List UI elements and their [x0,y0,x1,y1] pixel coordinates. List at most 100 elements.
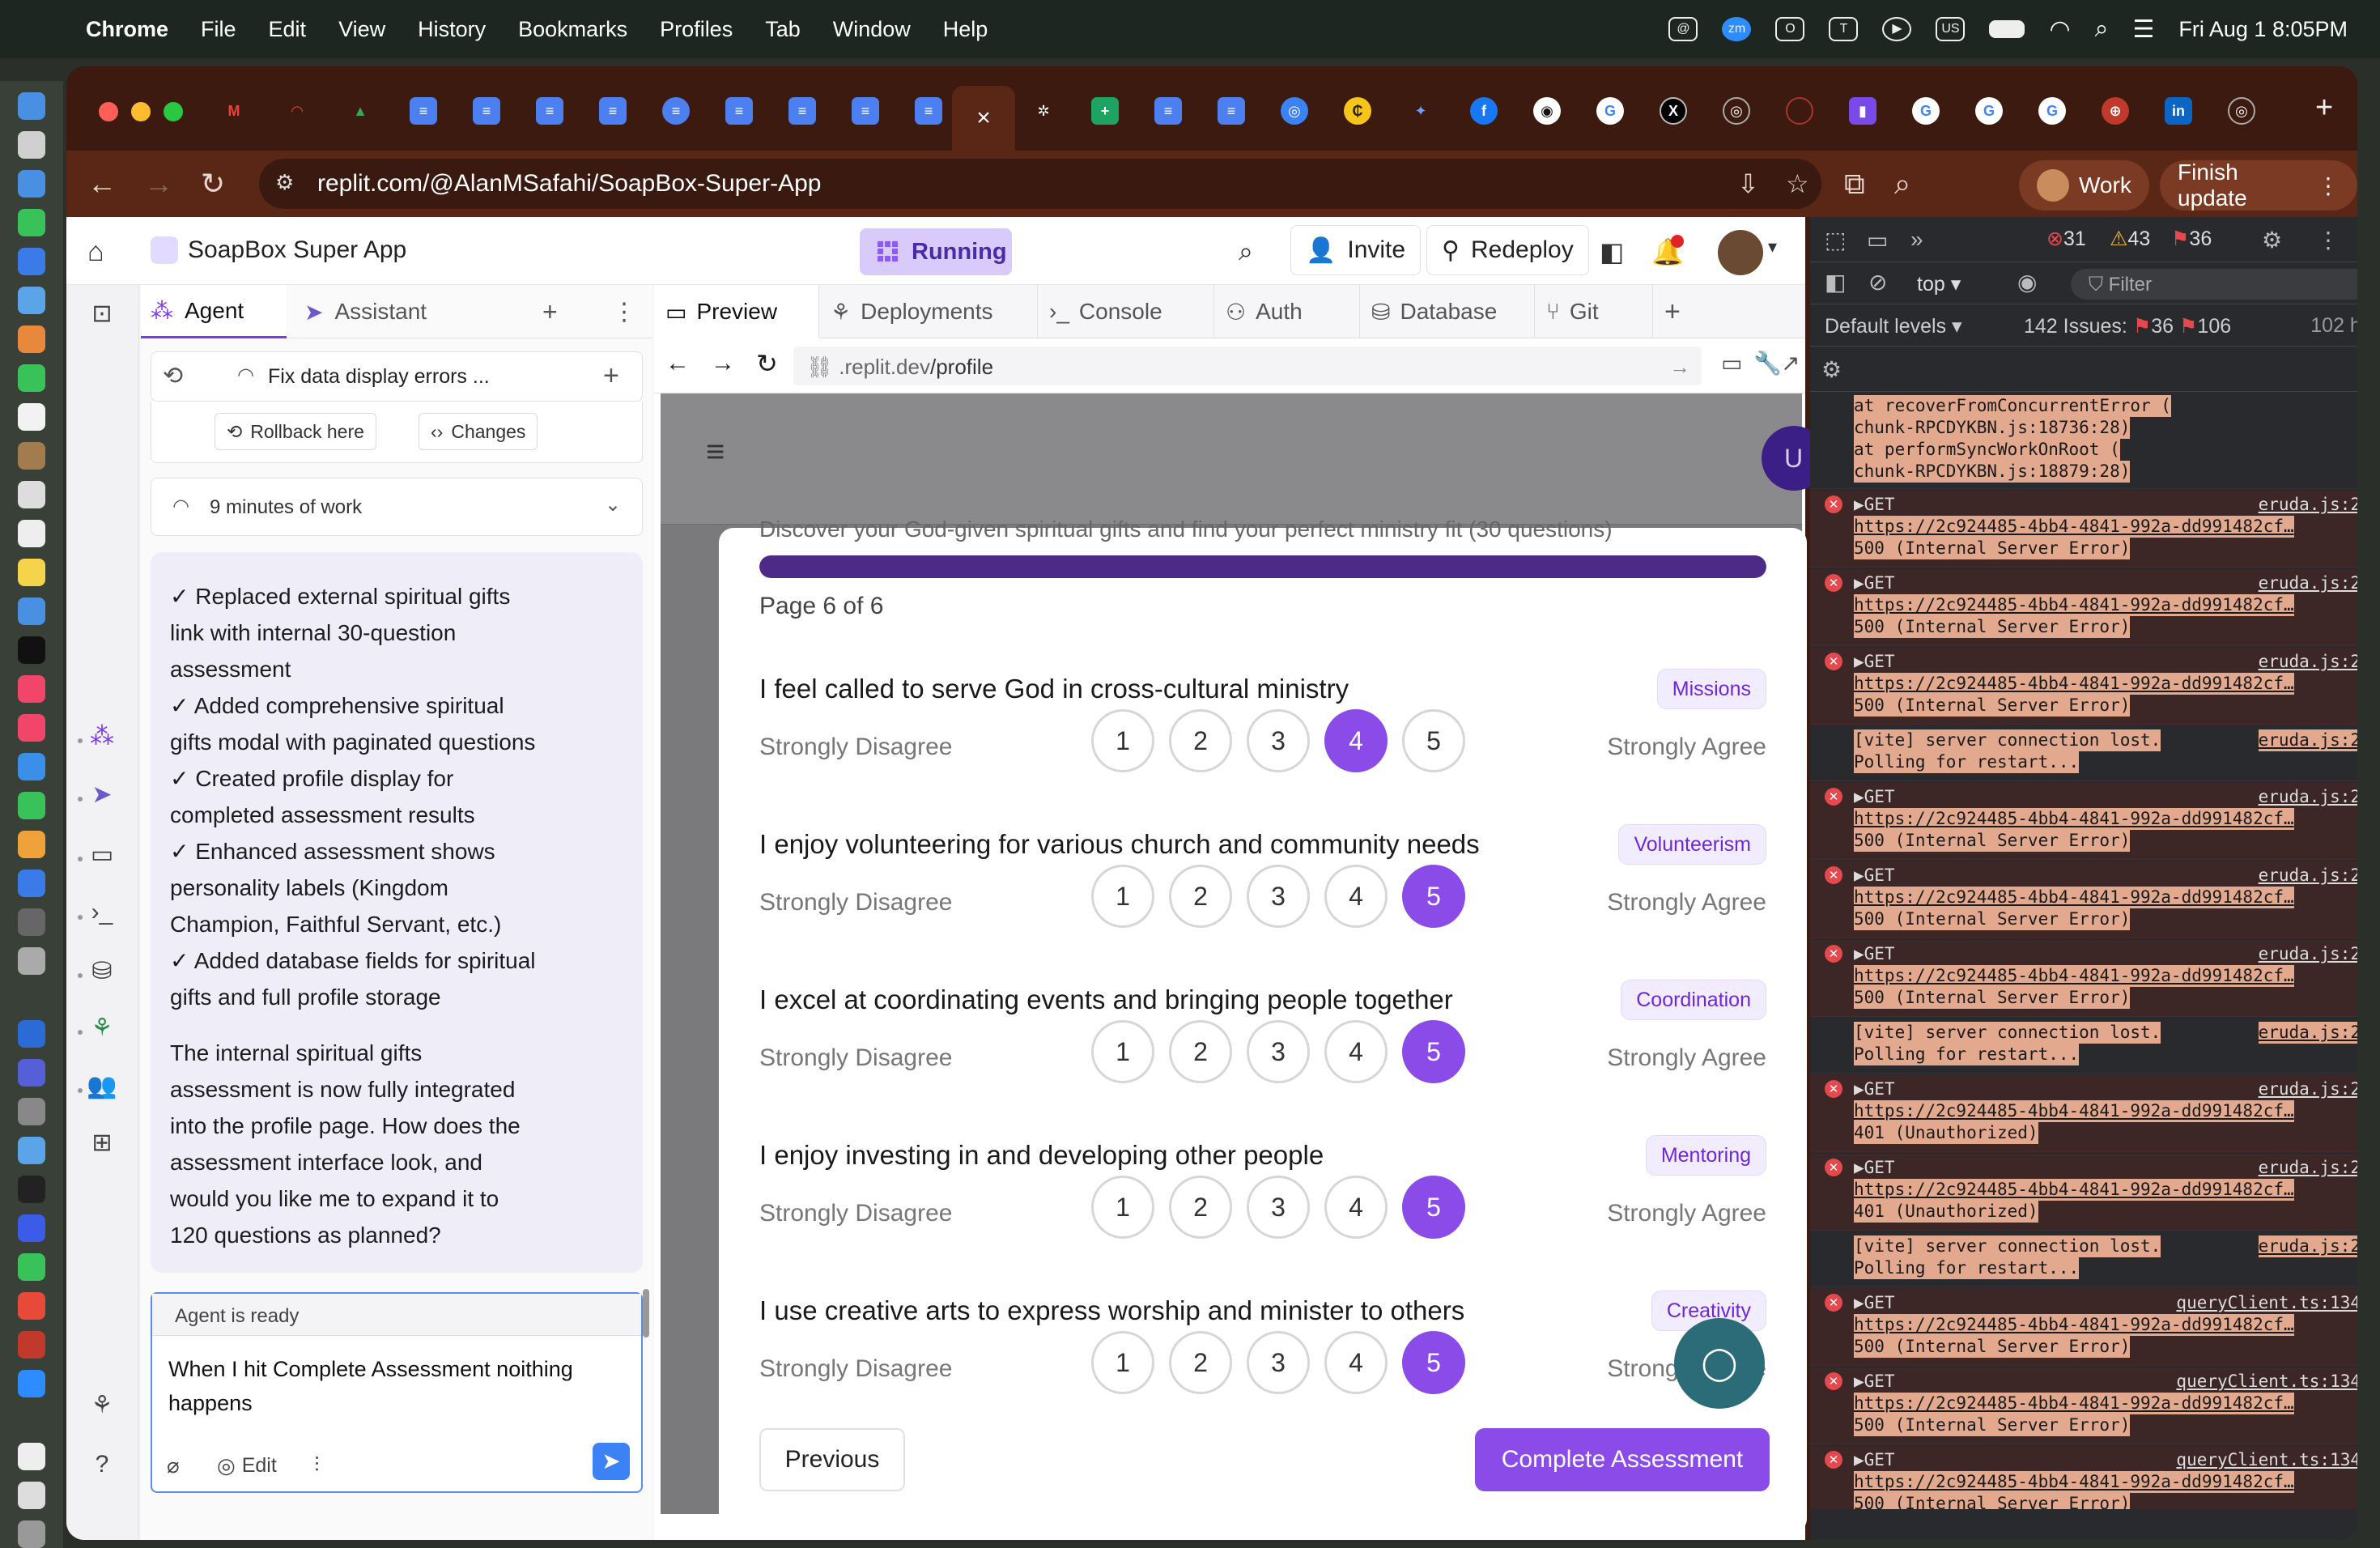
dock-app-icon[interactable] [18,636,45,664]
tab-docs-icon[interactable]: ≡ [1154,97,1182,125]
dock-app-icon[interactable] [18,559,45,586]
close-window-button[interactable] [99,102,118,121]
context-selector[interactable]: top ▾ [1917,272,1961,296]
search-icon[interactable]: ⌕ [1239,236,1253,267]
tab-chatgpt-icon[interactable]: ✲ [1030,97,1057,125]
more-vert-icon[interactable]: ⋮ [2317,227,2340,253]
finish-update-button[interactable]: Finish update ⋮ [2160,159,2357,211]
deploy-tree-icon[interactable]: ⚘ [84,1014,120,1046]
console-error-entry[interactable]: ✕ ▶GET eruda.js:2 https://2c924485-4bb4-484… [1810,861,2357,938]
running-button[interactable]: Running [860,228,1012,275]
dock-app-icon[interactable] [18,947,45,975]
dock-app-icon[interactable] [18,520,45,547]
tab-console[interactable]: ›_ Console [1038,285,1214,338]
source-link[interactable]: queryClient.ts:134 [2176,1449,2357,1471]
menu-history[interactable]: History [418,17,486,42]
rating-option-4[interactable]: 4 [1324,709,1388,772]
request-url[interactable]: https://2c924485-4bb4-4841-992a-dd991482… [1854,887,2294,908]
tab-docs-icon[interactable]: ≡ [599,97,627,125]
console-error-entry[interactable]: ✕ ▶GET eruda.js:2 https://2c924485-4bb4-484… [1810,648,2357,725]
rating-option-3[interactable]: 3 [1247,709,1310,772]
rating-option-1[interactable]: 1 [1091,709,1154,772]
rating-option-5[interactable]: 5 [1402,865,1465,928]
request-method[interactable]: ▶GET [1854,786,1895,808]
source-link[interactable]: eruda.js:2 [2258,1022,2357,1044]
dock-app-icon[interactable] [18,598,45,625]
request-url[interactable]: https://2c924485-4bb4-4841-992a-dd991482… [1854,594,2294,616]
rating-option-5[interactable]: 5 [1402,1176,1465,1239]
previous-button[interactable]: Previous [759,1428,905,1491]
request-url[interactable]: https://2c924485-4bb4-4841-992a-dd991482… [1854,1179,2294,1201]
warning-count[interactable]: ⚠43 [2110,227,2150,251]
site-settings-icon[interactable]: ⚙ [275,170,303,198]
rating-option-2[interactable]: 2 [1169,1020,1232,1083]
rating-option-1[interactable]: 1 [1091,1176,1154,1239]
tab-docs-icon[interactable]: ≡ [536,97,563,125]
reload-icon[interactable]: ↻ [201,167,225,201]
tab-google-icon[interactable]: G [1912,97,1940,125]
console-filter-input[interactable]: ⛉ Filter [2071,269,2357,300]
back-arrow-icon[interactable]: ← [665,350,690,377]
request-url[interactable]: https://2c924485-4bb4-4841-992a-dd991482… [1854,1314,2294,1336]
menu-edit[interactable]: Edit [269,17,307,42]
chevron-down-icon[interactable]: ⌄ [605,493,621,517]
app-name[interactable]: SoapBox Super App [188,236,406,264]
console-error-entry[interactable]: ✕ ▶GET eruda.js:2 https://2c924485-4bb4-484… [1810,569,2357,646]
source-link[interactable]: eruda.js:2 [2258,729,2357,751]
rating-option-5[interactable]: 5 [1402,1020,1465,1083]
request-method[interactable]: ▶GET [1854,943,1895,965]
console-error-entry[interactable]: ✕ ▶GET eruda.js:2 https://2c924485-4bb4-484… [1810,1075,2357,1152]
request-url[interactable]: https://2c924485-4bb4-4841-992a-dd991482… [1854,808,2294,830]
settings-sliders-icon[interactable]: ⫶ [314,1452,320,1478]
console-error-entry[interactable]: ✕ ▶GET queryClient.ts:134 https://2c924485-… [1810,1367,2357,1444]
back-arrow-icon[interactable]: ← [87,167,117,201]
forward-arrow-icon[interactable]: → [144,167,173,201]
source-link[interactable]: queryClient.ts:134 [2176,1292,2357,1314]
gear-icon[interactable]: ⚙ [1821,356,1842,383]
new-thread-icon[interactable]: + [603,360,619,392]
tab-database[interactable]: ⛁ Database [1360,285,1535,338]
tab-linkedin-icon[interactable]: in [2165,97,2192,125]
rating-option-1[interactable]: 1 [1091,1020,1154,1083]
input-source-us[interactable]: US [1936,17,1966,41]
work-summary[interactable]: ◠ 9 minutes of work ⌄ [151,478,643,536]
dock-app-icon[interactable] [18,675,45,703]
console-error-entry[interactable]: ✕ ▶GET queryClient.ts:134 https://2c924485-… [1810,1289,2357,1366]
user-avatar[interactable] [1718,230,1763,275]
rating-option-3[interactable]: 3 [1247,1176,1310,1239]
console-log-entry[interactable]: [vite] server connection lost. eruda.js:2… [1810,726,2357,781]
tab-favicon[interactable]: ▮ [1849,97,1876,125]
auth-icon[interactable]: 👥 [84,1072,120,1104]
invite-button[interactable]: 👤 Invite [1290,225,1422,275]
request-method[interactable]: ▶GET [1854,1078,1895,1100]
profile-work-button[interactable]: Work [2019,160,2149,211]
tab-docs-icon[interactable]: ≡ [662,97,690,125]
tab-github-icon[interactable]: ◉ [1533,97,1561,125]
dock-app-icon[interactable] [18,1370,45,1397]
request-method[interactable]: ▶GET [1854,651,1895,673]
redeploy-button[interactable]: ⚲ Redeploy [1426,225,1589,275]
chevron-down-icon[interactable]: ▾ [1768,236,1777,257]
dock-app-icon[interactable] [18,792,45,819]
devices-icon[interactable]: ▭ [1721,350,1742,376]
tab-docs-icon[interactable]: ≡ [1218,97,1245,125]
dock-app-icon[interactable] [18,1098,45,1125]
menu-icon[interactable]: ≡ [706,434,725,470]
rating-option-5[interactable]: 5 [1402,709,1465,772]
forward-arrow-icon[interactable]: → [711,350,735,377]
dock-app-icon[interactable] [18,442,45,470]
database-icon[interactable]: ⛁ [84,957,120,989]
rating-option-4[interactable]: 4 [1324,865,1388,928]
menu-tab[interactable]: Tab [765,17,801,42]
rating-option-2[interactable]: 2 [1169,1331,1232,1394]
dock-app-icon[interactable] [18,287,45,314]
log-levels-dropdown[interactable]: Default levels ▾ [1825,314,1962,338]
source-link[interactable]: eruda.js:2 [2259,494,2357,516]
tab-auth[interactable]: ⚇ Auth [1214,285,1360,338]
rating-option-3[interactable]: 3 [1247,865,1310,928]
tab-favicon[interactable]: ◠ [283,97,311,125]
console-log-entry[interactable]: [vite] server connection lost. eruda.js:2… [1810,1019,2357,1074]
dock-app-icon[interactable] [18,1331,45,1359]
dock-app-icon[interactable] [18,364,45,392]
install-app-icon[interactable]: ⇩ [1737,168,1759,199]
